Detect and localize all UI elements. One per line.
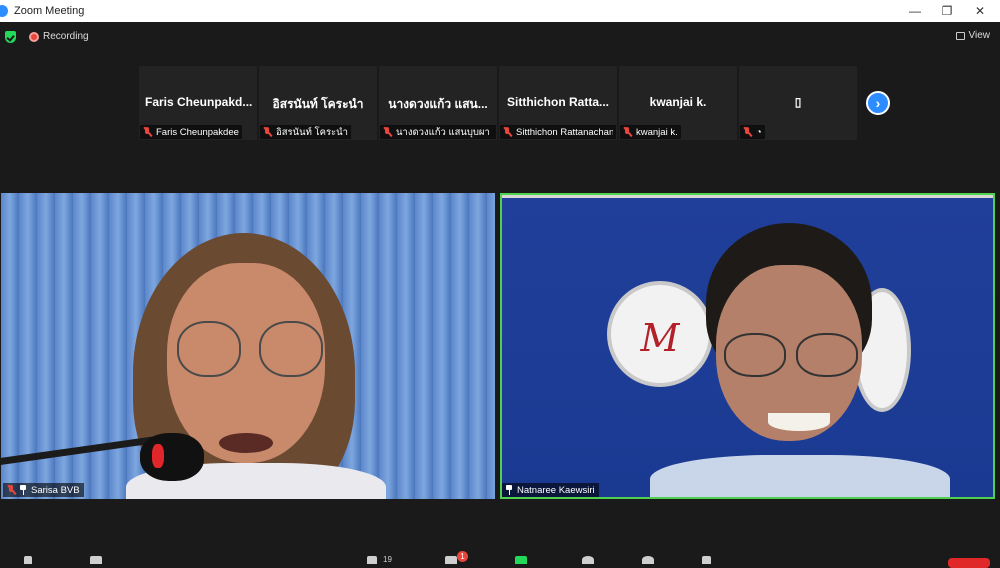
participant-display-name: อิสรนันท์ โคระนำ (272, 97, 364, 111)
chat-badge: 1 (457, 551, 468, 562)
meeting-toolbar: 19 (0, 548, 1000, 564)
zoom-app-icon (0, 5, 8, 17)
restore-button[interactable]: ❐ (929, 0, 965, 22)
participant-tile[interactable]: Sitthichon Ratta... Sitthichon Rattanach… (499, 66, 617, 140)
participant-footer: อิสรนันท์ โคระนำ (260, 125, 351, 139)
participant-name: Natnaree Kaewsiri (517, 484, 595, 496)
microphone-light (152, 444, 164, 468)
mic-muted-icon (623, 127, 632, 137)
participant-display-name: kwanjai k. (649, 95, 707, 109)
participant-strip: Faris Cheunpakd... Faris Cheunpakdee อิส… (139, 66, 857, 140)
participant-tile[interactable]: ▯ ◔ (739, 66, 857, 140)
mic-muted-icon (743, 127, 752, 137)
participant-footer-name: kwanjai k. (636, 126, 678, 138)
video-name-label: Natnaree Kaewsiri (502, 483, 599, 497)
view-button[interactable]: View (955, 30, 991, 41)
video-name-label: Sarisa BVB (3, 483, 84, 497)
recording-icon[interactable] (29, 32, 39, 42)
participant-tile[interactable]: นางดวงแก้ว แสน... นางดวงแก้ว แสนบุบผา ตำ… (379, 66, 497, 140)
participant-footer-name: Sitthichon Rattanachan (516, 126, 613, 138)
window-titlebar: Zoom Meeting (0, 0, 1000, 22)
pin-icon (20, 485, 26, 495)
pin-icon (506, 485, 512, 495)
next-page-button[interactable]: › (866, 91, 890, 115)
mic-muted-icon (143, 127, 152, 137)
window-title: Zoom Meeting (14, 5, 85, 17)
security-shield-icon[interactable] (5, 31, 16, 43)
participant-tile[interactable]: kwanjai k. kwanjai k. (619, 66, 737, 140)
end-meeting-button[interactable] (948, 558, 990, 568)
participant-name: Sarisa BVB (31, 484, 80, 496)
view-label: View (968, 30, 991, 41)
participant-footer-name: ◔ (756, 126, 762, 138)
participant-footer-name: นางดวงแก้ว แสนบุบผา ตำ... (396, 126, 493, 138)
participant-footer: นางดวงแก้ว แสนบุบผา ตำ... (380, 125, 496, 139)
recording-label[interactable]: Recording (43, 31, 89, 42)
view-grid-icon (955, 31, 965, 40)
mic-muted-icon (263, 127, 272, 137)
participant-video (500, 193, 995, 499)
participant-footer: Faris Cheunpakdee (140, 125, 242, 139)
mic-muted-icon (503, 127, 512, 137)
participant-tile[interactable]: อิสรนันท์ โคระนำ อิสรนันท์ โคระนำ (259, 66, 377, 140)
participant-display-name: ▯ (794, 95, 802, 109)
meeting-topbar: Recording View (0, 22, 1000, 52)
mic-muted-icon (383, 127, 392, 137)
participant-display-name: นางดวงแก้ว แสน... (388, 97, 488, 111)
participant-footer-name: อิสรนันท์ โคระนำ (276, 126, 348, 138)
participants-count: 19 (383, 555, 392, 564)
microphone-head (140, 433, 204, 481)
participant-footer: kwanjai k. (620, 125, 681, 139)
close-button[interactable]: ✕ (962, 0, 998, 22)
participant-footer-name: Faris Cheunpakdee (156, 126, 239, 138)
minimize-button[interactable]: — (897, 0, 933, 22)
video-tile-active-speaker[interactable]: M Natnaree Kaewsiri (500, 193, 995, 499)
participant-footer: ◔ (740, 125, 765, 139)
participant-footer: Sitthichon Rattanachan (500, 125, 616, 139)
participant-tile[interactable]: Faris Cheunpakd... Faris Cheunpakdee (139, 66, 257, 140)
participant-display-name: Faris Cheunpakd... (145, 95, 253, 109)
participant-display-name: Sitthichon Ratta... (507, 95, 609, 109)
mic-muted-icon (7, 485, 16, 495)
